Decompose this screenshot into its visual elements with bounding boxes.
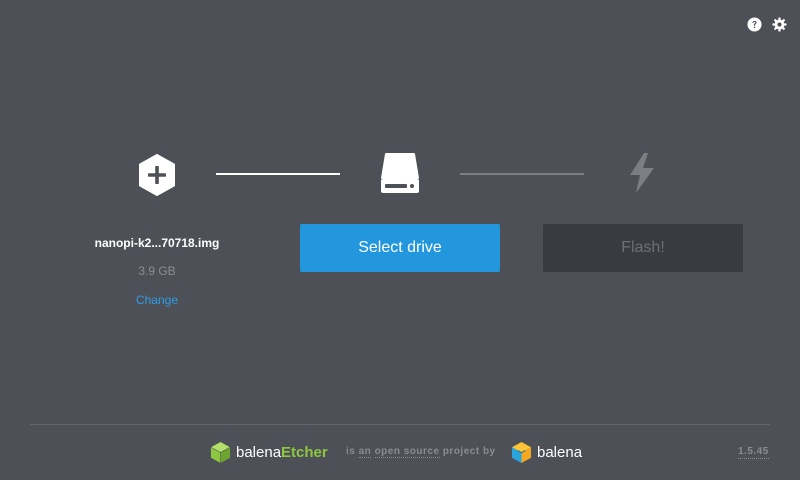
version-label[interactable]: 1.5.45 bbox=[738, 446, 769, 459]
oss-project-by: project by bbox=[442, 446, 496, 457]
select-drive-button[interactable]: Select drive bbox=[300, 224, 500, 272]
step-connector-1 bbox=[216, 173, 340, 175]
balena-cube-icon bbox=[511, 442, 532, 463]
balena-logo[interactable]: balena bbox=[511, 441, 582, 464]
hard-drive-icon bbox=[381, 153, 419, 193]
open-source-link[interactable]: open source bbox=[374, 446, 440, 458]
step-connector-2 bbox=[460, 173, 584, 175]
flash-button[interactable]: Flash! bbox=[543, 224, 743, 272]
image-file-size: 3.9 GB bbox=[138, 264, 176, 278]
balena-brand-text: balena bbox=[537, 444, 583, 461]
top-toolbar bbox=[747, 17, 787, 32]
oss-an: an bbox=[358, 446, 372, 458]
oss-prefix: is bbox=[346, 446, 356, 457]
open-source-notice: is an open source project by bbox=[346, 446, 496, 458]
change-image-link[interactable]: Change bbox=[56, 293, 258, 307]
etcher-brand-strong: Etcher bbox=[281, 444, 328, 461]
gear-icon[interactable] bbox=[772, 17, 787, 32]
lightning-bolt-icon bbox=[630, 153, 654, 193]
etcher-cube-icon bbox=[210, 442, 231, 463]
balena-etcher-logo[interactable]: balena Etcher bbox=[210, 441, 328, 464]
question-circle-icon[interactable] bbox=[747, 17, 762, 32]
etcher-brand-light: balena bbox=[236, 444, 282, 461]
image-file-name: nanopi-k2...70718.img bbox=[94, 236, 220, 250]
plus-hexagon-icon[interactable] bbox=[137, 154, 177, 196]
footer-divider bbox=[30, 424, 770, 425]
